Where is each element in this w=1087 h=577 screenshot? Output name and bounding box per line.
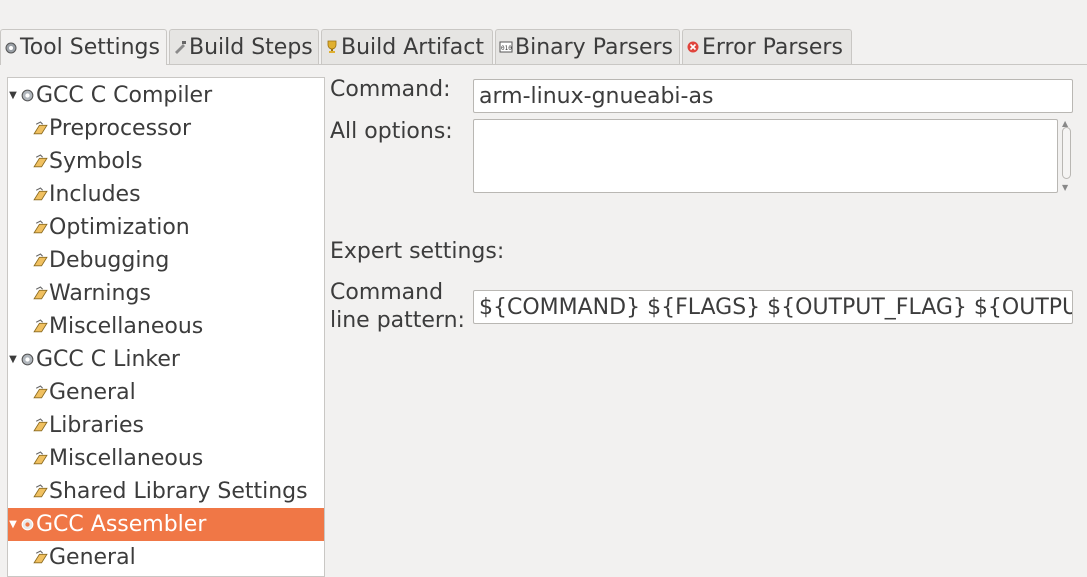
tree-item-includes[interactable]: Includes bbox=[8, 178, 324, 211]
tree-item-optimization[interactable]: Optimization bbox=[8, 211, 324, 244]
tree-item-symbols[interactable]: Symbols bbox=[8, 145, 324, 178]
tree-item-miscellaneous[interactable]: Miscellaneous bbox=[8, 310, 324, 343]
command-line-pattern-input[interactable]: ${COMMAND} ${FLAGS} ${OUTPUT_FLAG} ${OUT… bbox=[473, 290, 1073, 324]
command-line-pattern-label-line2: line pattern: bbox=[330, 308, 465, 333]
scrollbar-thumb[interactable] bbox=[1062, 127, 1071, 179]
tree-item-label: Preprocessor bbox=[49, 116, 192, 141]
option-category-icon bbox=[31, 318, 49, 336]
tool-gear-icon bbox=[18, 87, 36, 105]
all-options-textarea[interactable] bbox=[473, 119, 1058, 193]
tree-item-label: Includes bbox=[49, 182, 141, 207]
option-category-icon bbox=[31, 549, 49, 567]
tab-tool-settings[interactable]: Tool Settings bbox=[0, 29, 167, 65]
tab-binary-parsers[interactable]: 010 Binary Parsers bbox=[495, 29, 680, 64]
tab-build-artifact[interactable]: Build Artifact bbox=[321, 29, 493, 64]
expert-settings-label: Expert settings: bbox=[330, 239, 505, 264]
gear-icon bbox=[3, 40, 19, 56]
tree-item-label: Miscellaneous bbox=[49, 446, 204, 471]
expand-arrow-icon[interactable]: ▼ bbox=[8, 90, 18, 101]
tree-item-label: GCC C Compiler bbox=[36, 83, 213, 108]
tree-item-gcc-assembler[interactable]: ▼ GCC Assembler bbox=[8, 508, 324, 541]
tree-item-warnings[interactable]: Warnings bbox=[8, 277, 324, 310]
option-category-icon bbox=[31, 285, 49, 303]
all-options-scrollbar[interactable]: ▲ ▼ bbox=[1060, 119, 1074, 192]
expand-arrow-icon[interactable]: ▼ bbox=[8, 519, 18, 530]
option-category-icon bbox=[31, 186, 49, 204]
tab-label: Build Steps bbox=[189, 34, 313, 60]
tree-item-label: Debugging bbox=[49, 248, 170, 273]
tree-item-label: General bbox=[49, 545, 136, 570]
option-category-icon bbox=[31, 120, 49, 138]
tree-item-label: Libraries bbox=[49, 413, 145, 438]
tool-gear-icon bbox=[18, 351, 36, 369]
tab-label: Build Artifact bbox=[341, 34, 484, 60]
option-category-icon bbox=[31, 417, 49, 435]
tree-item-debugging[interactable]: Debugging bbox=[8, 244, 324, 277]
build-steps-icon bbox=[172, 39, 188, 55]
tree-item-general[interactable]: General bbox=[8, 541, 324, 574]
option-category-icon bbox=[31, 483, 49, 501]
tool-gear-icon bbox=[18, 516, 36, 534]
command-input[interactable]: arm-linux-gnueabi-as bbox=[473, 79, 1073, 113]
tab-label: Tool Settings bbox=[20, 35, 160, 60]
option-category-icon bbox=[31, 252, 49, 270]
tree-item-libraries[interactable]: Libraries bbox=[8, 409, 324, 442]
command-line-pattern-label-line1: Command bbox=[330, 280, 444, 305]
tree-item-label: GCC Assembler bbox=[36, 512, 207, 537]
tree-item-gcc-c-compiler[interactable]: ▼ GCC C Compiler bbox=[8, 79, 324, 112]
binary-file-icon: 010 bbox=[498, 39, 514, 55]
tree-item-label: Shared Library Settings bbox=[49, 479, 308, 504]
all-options-label: All options: bbox=[330, 119, 453, 144]
option-category-icon bbox=[31, 153, 49, 171]
tab-error-parsers[interactable]: Error Parsers bbox=[682, 29, 852, 64]
tab-label: Error Parsers bbox=[702, 34, 843, 60]
tree-item-general[interactable]: General bbox=[8, 376, 324, 409]
scroll-down-arrow-icon[interactable]: ▼ bbox=[1062, 183, 1068, 192]
tree-item-label: GCC C Linker bbox=[36, 347, 180, 372]
option-category-icon bbox=[31, 450, 49, 468]
tree-item-label: General bbox=[49, 380, 136, 405]
error-icon bbox=[685, 39, 701, 55]
tree-item-label: Optimization bbox=[49, 215, 190, 240]
option-category-icon bbox=[31, 384, 49, 402]
trophy-icon bbox=[324, 39, 340, 55]
option-category-icon bbox=[31, 219, 49, 237]
tab-build-steps[interactable]: Build Steps bbox=[169, 29, 319, 64]
tree-item-shared-library-settings[interactable]: Shared Library Settings bbox=[8, 475, 324, 508]
tree-item-label: Miscellaneous bbox=[49, 314, 204, 339]
tree-item-gcc-c-linker[interactable]: ▼ GCC C Linker bbox=[8, 343, 324, 376]
expand-arrow-icon[interactable]: ▼ bbox=[8, 354, 18, 365]
tool-settings-tree[interactable]: ▼ GCC C Compiler Preprocessor Symbols In… bbox=[7, 77, 325, 577]
tree-item-label: Warnings bbox=[49, 281, 151, 306]
tab-label: Binary Parsers bbox=[515, 34, 673, 60]
tree-item-preprocessor[interactable]: Preprocessor bbox=[8, 112, 324, 145]
tree-item-label: Symbols bbox=[49, 149, 143, 174]
tree-item-miscellaneous[interactable]: Miscellaneous bbox=[8, 442, 324, 475]
command-label: Command: bbox=[330, 77, 451, 102]
tab-bar: Tool Settings Build Steps Build Artifact… bbox=[0, 29, 1087, 65]
svg-text:010: 010 bbox=[501, 45, 512, 52]
